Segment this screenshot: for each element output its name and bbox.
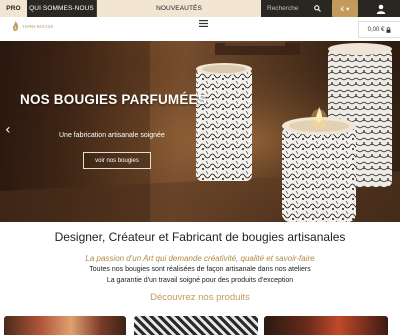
cart-total: 0,00 €: [367, 26, 385, 33]
cart-button[interactable]: 0,00 €: [358, 21, 400, 38]
logo[interactable]: TAPHA BOUGIE: [12, 21, 53, 31]
product-thumb[interactable]: [4, 316, 126, 335]
site-header: TAPHA BOUGIE 0,00 €: [0, 17, 400, 41]
nav-about-link[interactable]: QUI SOMMES-NOUS: [27, 0, 97, 17]
logo-text: TAPHA BOUGIE: [22, 23, 54, 29]
page: PRO QUI SOMMES-NOUS NOUVEAUTÉS € ▾: [0, 0, 400, 335]
search-input[interactable]: [267, 5, 306, 12]
hero-title: NOS BOUGIES PARFUMÉES: [20, 92, 207, 107]
search-icon: [313, 5, 321, 12]
hero-slider: NOS BOUGIES PARFUMÉES Une fabrication ar…: [0, 41, 400, 222]
search-button[interactable]: [306, 0, 328, 17]
intro-tagline: La passion d'un Art qui demande créativi…: [85, 254, 315, 263]
top-nav: PRO QUI SOMMES-NOUS NOUVEAUTÉS € ▾: [0, 0, 400, 17]
intro-line-1: Toutes nos bougies sont réalisées de faç…: [89, 266, 311, 273]
hero-subtitle: Une fabrication artisanale soignée: [59, 132, 165, 139]
intro-title: Designer, Créateur et Fabricant de bougi…: [54, 230, 346, 244]
lock-icon: [386, 26, 391, 33]
nav-pro-link[interactable]: PRO: [0, 0, 27, 17]
nav-new-link[interactable]: NOUVEAUTÉS: [97, 0, 261, 17]
search-box: [261, 0, 306, 17]
products-heading: Découvrez nos produits: [150, 292, 250, 303]
slider-prev-icon[interactable]: ‹: [5, 123, 11, 137]
menu-icon[interactable]: [199, 20, 208, 27]
intro-line-2: La garantie d'un travail soigné pour des…: [106, 277, 294, 284]
user-icon: [376, 4, 386, 14]
currency-select[interactable]: € ▾: [332, 0, 358, 17]
account-button[interactable]: [362, 0, 400, 17]
hero-cta-button[interactable]: voir nos bougies: [83, 152, 151, 169]
product-thumb[interactable]: [134, 316, 258, 335]
flame-logo-icon: [13, 21, 19, 31]
product-thumb[interactable]: [264, 316, 388, 335]
